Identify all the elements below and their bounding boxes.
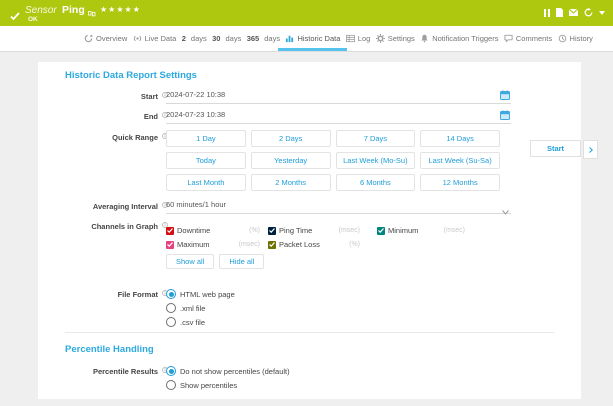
quick-range-grid: 1 Day 2 Days 7 Days 14 Days Today Yester… bbox=[166, 130, 500, 191]
section-title-percentile-handling: Percentile Handling bbox=[65, 344, 154, 355]
section-title-historic-data: Historic Data Report Settings bbox=[65, 70, 197, 81]
file-format-xml-option[interactable]: .xml file bbox=[166, 303, 205, 313]
channel-name: Packet Loss bbox=[279, 240, 320, 249]
file-format-csv-option[interactable]: .csv file bbox=[166, 317, 205, 327]
file-format-html-option[interactable]: HTML web page bbox=[166, 289, 235, 299]
channel-unit: (msec) bbox=[339, 227, 360, 234]
checkbox-checked-icon[interactable] bbox=[268, 241, 276, 249]
chevron-down-icon[interactable] bbox=[502, 202, 509, 220]
sensor-type-prefix: Sensor bbox=[25, 5, 57, 16]
header-actions bbox=[544, 8, 605, 17]
end-label: End bbox=[38, 112, 158, 121]
quick-range-2-days-button[interactable]: 2 Days bbox=[251, 130, 331, 147]
show-all-button[interactable]: Show all bbox=[166, 254, 214, 269]
tab-comments[interactable]: Comments bbox=[504, 26, 552, 51]
start-label: Start bbox=[38, 92, 158, 101]
quick-range-12-months-button[interactable]: 12 Months bbox=[420, 174, 500, 191]
channel-downtime[interactable]: Downtime (%) bbox=[166, 226, 260, 235]
priority-stars[interactable]: ★★★★★ bbox=[100, 5, 141, 14]
channel-unit: (%) bbox=[249, 227, 260, 234]
quick-range-last-month-button[interactable]: Last Month bbox=[166, 174, 246, 191]
tab-notification-triggers[interactable]: Notification Triggers bbox=[420, 26, 498, 51]
checkbox-checked-icon[interactable] bbox=[166, 227, 174, 235]
percentile-show-option[interactable]: Show percentiles bbox=[166, 380, 237, 390]
quick-range-today-button[interactable]: Today bbox=[166, 152, 246, 169]
averaging-interval-label: Averaging Interval bbox=[38, 202, 158, 211]
tab-30-days[interactable]: 30 days bbox=[212, 26, 241, 51]
checkbox-checked-icon[interactable] bbox=[377, 227, 385, 235]
pause-icon[interactable] bbox=[544, 9, 550, 17]
channel-maximum[interactable]: Maximum (msec) bbox=[166, 240, 260, 249]
tab-bar: Overview Live Data 2 days 30 days 365 da… bbox=[0, 26, 613, 52]
quick-range-1-day-button[interactable]: 1 Day bbox=[166, 130, 246, 147]
report-icon[interactable] bbox=[556, 8, 563, 17]
refresh-icon[interactable] bbox=[584, 8, 593, 17]
quick-range-14-days-button[interactable]: 14 Days bbox=[420, 130, 500, 147]
tab-365-days[interactable]: 365 days bbox=[247, 26, 280, 51]
percentile-results-label: Percentile Results bbox=[38, 367, 158, 376]
quick-range-yesterday-button[interactable]: Yesterday bbox=[251, 152, 331, 169]
channel-name: Minimum bbox=[388, 226, 418, 235]
radio-selected-icon[interactable] bbox=[166, 366, 176, 376]
email-icon[interactable] bbox=[569, 9, 578, 16]
flags-icon bbox=[88, 4, 96, 22]
start-report-button[interactable]: Start bbox=[530, 140, 581, 157]
tab-live-data[interactable]: Live Data bbox=[133, 26, 177, 51]
section-divider bbox=[65, 332, 554, 333]
quick-range-2-months-button[interactable]: 2 Months bbox=[251, 174, 331, 191]
tab-settings[interactable]: Settings bbox=[376, 26, 415, 51]
quick-range-last-week-su-sa-button[interactable]: Last Week (Su-Sa) bbox=[420, 152, 500, 169]
tab-2-days[interactable]: 2 days bbox=[182, 26, 207, 51]
channel-name: Ping Time bbox=[279, 226, 312, 235]
averaging-interval-select[interactable]: 60 minutes/1 hour bbox=[166, 200, 511, 214]
channels-in-graph-label: Channels in Graph bbox=[38, 222, 158, 231]
quick-range-6-months-button[interactable]: 6 Months bbox=[336, 174, 416, 191]
sensor-header-bar: Sensor Ping ★★★★★ OK bbox=[0, 0, 613, 26]
quick-range-7-days-button[interactable]: 7 Days bbox=[336, 130, 416, 147]
file-format-label: File Format bbox=[38, 290, 158, 299]
prtg-window: Sensor Ping ★★★★★ OK bbox=[0, 0, 613, 406]
channel-name: Maximum bbox=[177, 240, 210, 249]
calendar-icon[interactable] bbox=[500, 110, 510, 120]
tab-history[interactable]: History bbox=[558, 26, 593, 51]
active-tab-underline bbox=[278, 48, 347, 51]
radio-icon[interactable] bbox=[166, 380, 176, 390]
channel-ping-time[interactable]: Ping Time (msec) bbox=[268, 226, 360, 235]
start-report-control: Start bbox=[530, 140, 598, 159]
sensor-title[interactable]: Ping bbox=[62, 4, 85, 16]
channel-unit: (msec) bbox=[239, 241, 260, 248]
channel-minimum[interactable]: Minimum (msec) bbox=[377, 226, 465, 235]
status-badge: OK bbox=[28, 16, 38, 23]
start-datetime-input[interactable]: 2024-07-22 10:38 bbox=[166, 90, 511, 104]
channel-packet-loss[interactable]: Packet Loss (%) bbox=[268, 240, 360, 249]
settings-panel: Historic Data Report Settings Start 2024… bbox=[38, 62, 581, 399]
tab-historic-data[interactable]: Historic Data bbox=[285, 26, 340, 51]
checkbox-checked-icon[interactable] bbox=[166, 241, 174, 249]
calendar-icon[interactable] bbox=[500, 90, 510, 100]
quick-range-last-week-mo-su-button[interactable]: Last Week (Mo-Su) bbox=[336, 152, 416, 169]
caret-down-icon[interactable] bbox=[599, 11, 605, 15]
channel-unit: (msec) bbox=[444, 227, 465, 234]
channel-name: Downtime bbox=[177, 226, 210, 235]
hide-all-button[interactable]: Hide all bbox=[219, 254, 264, 269]
checkbox-checked-icon[interactable] bbox=[268, 227, 276, 235]
radio-icon[interactable] bbox=[166, 303, 176, 313]
start-options-arrow[interactable] bbox=[583, 140, 598, 159]
tab-log[interactable]: Log bbox=[346, 26, 371, 51]
radio-selected-icon[interactable] bbox=[166, 289, 176, 299]
end-datetime-input[interactable]: 2024-07-23 10:38 bbox=[166, 110, 511, 124]
channel-unit: (%) bbox=[349, 241, 360, 248]
percentile-no-show-option[interactable]: Do not show percentiles (default) bbox=[166, 366, 290, 376]
quick-range-label: Quick Range bbox=[38, 133, 158, 142]
tab-overview[interactable]: Overview bbox=[84, 26, 127, 51]
check-icon bbox=[10, 8, 20, 26]
radio-icon[interactable] bbox=[166, 317, 176, 327]
